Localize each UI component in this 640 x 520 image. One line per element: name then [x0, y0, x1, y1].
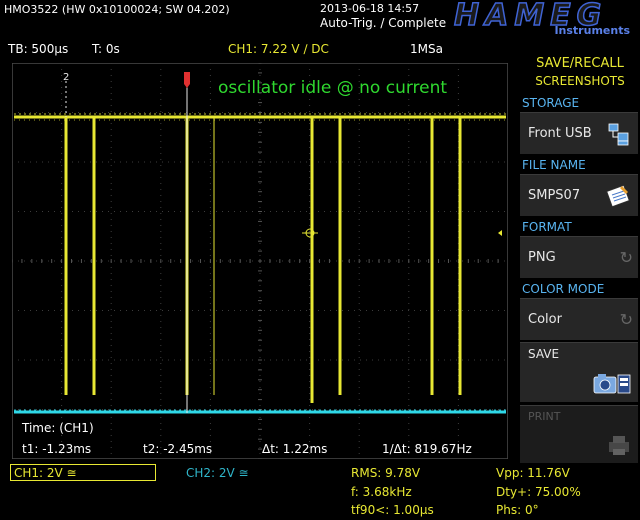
format-value: PNG — [528, 250, 556, 265]
filename-button[interactable]: SMPS07 — [520, 174, 638, 216]
rotary-knob-icon: ↻ — [619, 248, 633, 267]
format-button[interactable]: PNG ↻ — [520, 236, 638, 278]
datetime: 2013-06-18 14:57 — [320, 2, 420, 15]
meas-rms: RMS: 9.78V — [351, 466, 421, 480]
meas-freq: f: 3.68kHz — [351, 485, 412, 499]
ch2-setting[interactable]: CH2: 2V ≅ — [186, 466, 249, 480]
camera-save-icon — [593, 374, 631, 394]
logo-subtext: Instruments — [554, 24, 630, 37]
hameg-logo: HAMEG Instruments — [450, 0, 636, 38]
format-section-label: FORMAT — [522, 220, 572, 234]
save-label: SAVE — [528, 347, 560, 361]
meas-tf90: tf90<: 1.00µs — [351, 503, 434, 517]
printer-icon — [609, 436, 629, 455]
timebase-readout[interactable]: TB: 500µs — [8, 42, 68, 56]
cursor-2-label: 2 — [63, 72, 69, 83]
usb-folder-icon — [608, 123, 629, 146]
filename-value: SMPS07 — [528, 188, 581, 203]
storage-value: Front USB — [528, 126, 592, 141]
print-label: PRINT — [528, 410, 561, 423]
colormode-button[interactable]: Color ↻ — [520, 298, 638, 340]
menu-title: SAVE/RECALL — [536, 56, 624, 71]
storage-section-label: STORAGE — [522, 96, 580, 110]
meas-vpp: Vpp: 11.76V — [496, 466, 570, 480]
waveform-display[interactable]: oscillator idle @ no current 2 1 — [12, 63, 508, 459]
annotation-text: oscillator idle @ no current — [218, 78, 447, 98]
cursor-delta-t: Δt: 1.22ms — [262, 442, 328, 456]
meas-phase: Phs: 0° — [496, 503, 539, 517]
cursor-inverse-delta-t: 1/Δt: 819.67Hz — [382, 442, 472, 456]
trigger-status: Auto-Trig. / Complete — [320, 16, 447, 30]
cursor-t1: t1: -1.23ms — [22, 442, 92, 456]
save-button[interactable]: SAVE — [520, 342, 638, 402]
trigger-position-readout[interactable]: T: 0s — [92, 42, 120, 56]
menu-subtitle: SCREENSHOTS — [535, 74, 625, 88]
cursor-source-label: Time: (CH1) — [22, 421, 94, 435]
sample-rate-readout: 1MSa — [410, 42, 443, 56]
ch1-trigger-readout[interactable]: CH1: 7.22 V ∕ DC — [228, 42, 329, 56]
meas-duty: Dty+: 75.00% — [496, 485, 581, 499]
colormode-section-label: COLOR MODE — [522, 282, 605, 296]
storage-button[interactable]: Front USB — [520, 112, 638, 154]
rotary-knob-icon: ↻ — [619, 310, 633, 329]
colormode-value: Color — [528, 312, 562, 327]
instrument-model: HMO3522 (HW 0x10100024; SW 04.202) — [4, 3, 230, 16]
filename-section-label: FILE NAME — [522, 158, 586, 172]
print-button[interactable]: PRINT — [520, 405, 638, 463]
keyboard-edit-icon — [606, 184, 630, 208]
ch1-setting[interactable]: CH1: 2V ≅ — [10, 464, 156, 481]
cursor-t2: t2: -2.45ms — [143, 442, 213, 456]
